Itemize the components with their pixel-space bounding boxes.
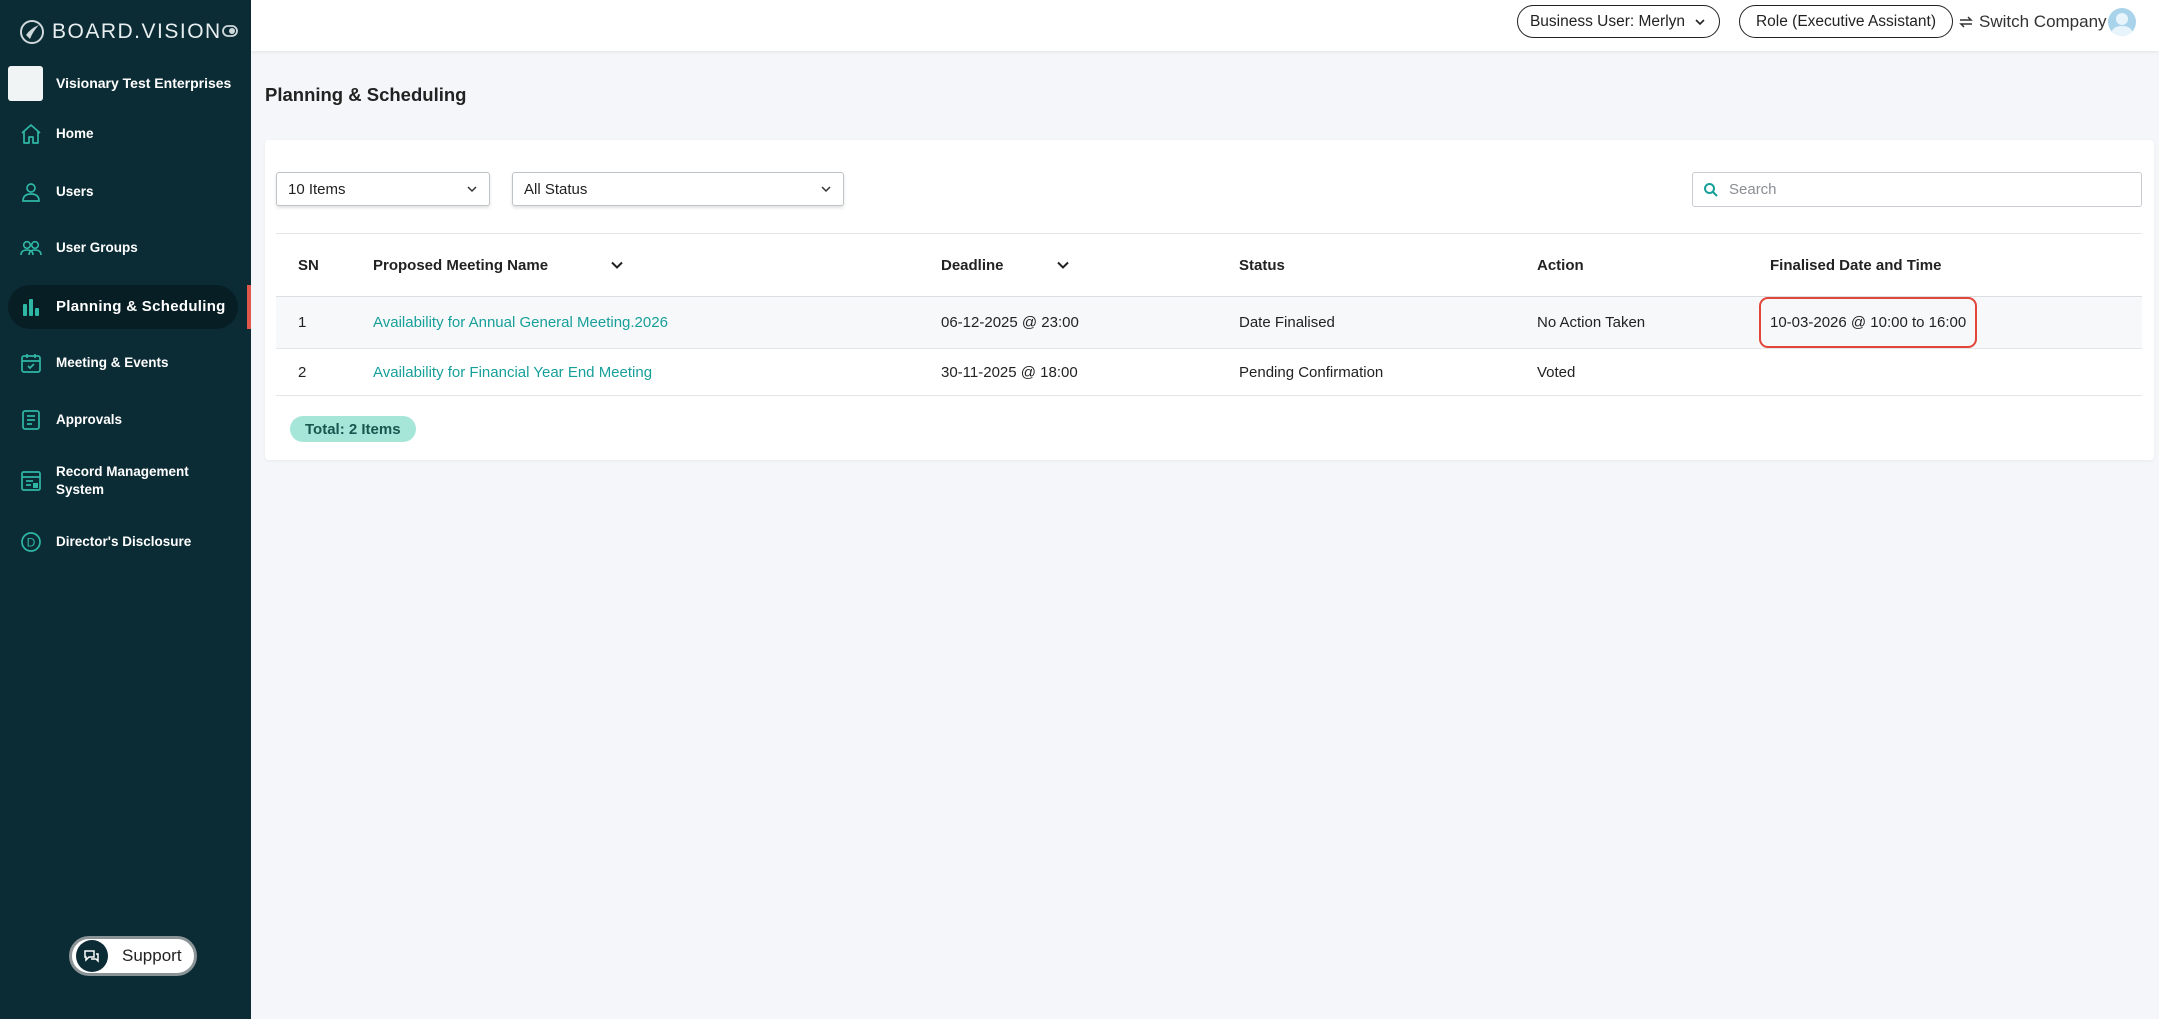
total-items-badge: Total: 2 Items — [290, 416, 416, 442]
sidebar-item-approvals[interactable]: Approvals — [8, 398, 238, 442]
switch-arrows-icon — [1959, 16, 1973, 28]
role-button[interactable]: Role (Executive Assistant) — [1739, 5, 1953, 38]
sort-chevron-icon[interactable] — [1056, 258, 1070, 272]
cell-deadline: 30-11-2025 @ 18:00 — [941, 348, 1239, 396]
meeting-link[interactable]: Availability for Financial Year End Meet… — [373, 364, 652, 381]
sidebar-item-label: Meeting & Events — [56, 355, 169, 370]
chat-support-icon — [76, 940, 108, 972]
support-button[interactable]: Support — [69, 936, 197, 976]
sidebar-item-label: Planning & Scheduling — [56, 298, 226, 315]
board-vision-logo-icon — [20, 20, 44, 44]
brand-name: BOARD.VISION — [52, 20, 222, 43]
business-user-dropdown[interactable]: Business User: Merlyn — [1517, 5, 1720, 38]
user-avatar[interactable] — [2108, 8, 2136, 36]
items-per-page-select[interactable]: 10 Items — [276, 172, 490, 206]
sidebar-item-user-groups[interactable]: User Groups — [8, 226, 238, 270]
column-header-sn: SN — [276, 233, 373, 297]
sidebar-item-users[interactable]: Users — [8, 170, 238, 214]
chevron-down-icon — [821, 186, 831, 193]
switch-company-label: Switch Company — [1979, 12, 2107, 31]
table-row: 2 Availability for Financial Year End Me… — [276, 348, 2142, 396]
search-box — [1692, 172, 2142, 207]
cell-sn: 1 — [276, 296, 373, 349]
record-icon — [18, 468, 44, 494]
sidebar-item-meeting-events[interactable]: Meeting & Events — [8, 341, 238, 385]
table-row: 1 Availability for Annual General Meetin… — [276, 296, 2142, 349]
cell-sn: 2 — [276, 348, 373, 396]
cell-meeting-name[interactable]: Availability for Financial Year End Meet… — [373, 348, 941, 396]
column-header-meeting-name[interactable]: Proposed Meeting Name — [373, 233, 941, 297]
company-logo — [8, 65, 43, 101]
user-avatar-icon — [2111, 13, 2133, 36]
document-icon — [18, 407, 44, 433]
home-icon — [18, 121, 44, 147]
chevron-down-icon — [467, 186, 477, 193]
cell-action: No Action Taken — [1537, 296, 1770, 349]
support-label: Support — [122, 946, 182, 965]
highlighted-finalised-date: 10-03-2026 @ 10:00 to 16:00 — [1759, 297, 1978, 348]
sidebar-item-label: Users — [56, 184, 94, 199]
cell-deadline: 06-12-2025 @ 23:00 — [941, 296, 1239, 349]
svg-text:D: D — [27, 536, 36, 550]
brand-logo[interactable]: BOARD.VISION — [18, 16, 222, 48]
sidebar-item-home[interactable]: Home — [8, 112, 238, 156]
search-icon — [1704, 182, 1718, 197]
sidebar-item-label: User Groups — [56, 240, 138, 255]
business-user-label: Business User: Merlyn — [1529, 12, 1686, 30]
page-title: Planning & Scheduling — [265, 84, 467, 105]
column-header-deadline[interactable]: Deadline — [941, 233, 1239, 297]
column-header-action: Action — [1537, 233, 1770, 297]
items-per-page-value: 10 Items — [288, 180, 346, 198]
role-label: Role (Executive Assistant) — [1755, 12, 1937, 30]
meetings-table: SN Proposed Meeting Name Deadline Status… — [276, 233, 2142, 396]
sidebar-item-planning-scheduling[interactable]: Planning & Scheduling — [8, 285, 238, 329]
table-header-row: SN Proposed Meeting Name Deadline Status… — [276, 233, 2142, 297]
status-filter-value: All Status — [524, 180, 588, 198]
sidebar-item-record-management[interactable]: Record Management System — [8, 458, 238, 504]
sidebar-item-label: Home — [56, 126, 94, 141]
switch-company-button[interactable]: Switch Company — [1958, 8, 2107, 36]
column-header-status: Status — [1239, 233, 1537, 297]
status-filter-select[interactable]: All Status — [512, 172, 844, 206]
cell-action: Voted — [1537, 348, 1770, 396]
sidebar-item-label: Record Management System — [56, 464, 189, 497]
cell-finalised — [1770, 348, 2142, 396]
active-indicator — [247, 285, 251, 329]
column-header-finalised: Finalised Date and Time — [1770, 233, 2142, 297]
sidebar-toggle-icon[interactable] — [222, 24, 238, 38]
meeting-link[interactable]: Availability for Annual General Meeting.… — [373, 314, 668, 331]
cell-status: Pending Confirmation — [1239, 348, 1537, 396]
disclosure-d-icon: D — [18, 529, 44, 555]
search-input[interactable] — [1727, 180, 2131, 199]
cell-status: Date Finalised — [1239, 296, 1537, 349]
company-name: Visionary Test Enterprises — [56, 75, 232, 91]
sidebar: BOARD.VISION Visionary Test Enterprises … — [0, 0, 251, 1019]
sidebar-item-label: Approvals — [56, 412, 123, 427]
user-icon — [18, 179, 44, 205]
cell-meeting-name[interactable]: Availability for Annual General Meeting.… — [373, 296, 941, 349]
company-switcher[interactable]: Visionary Test Enterprises — [8, 63, 231, 103]
calendar-icon — [18, 350, 44, 376]
sidebar-item-directors-disclosure[interactable]: D Director's Disclosure — [8, 520, 238, 564]
cell-finalised: 10-03-2026 @ 10:00 to 16:00 — [1759, 296, 2142, 349]
bar-chart-icon — [18, 294, 44, 320]
sort-chevron-icon[interactable] — [610, 258, 624, 272]
sidebar-item-label: Director's Disclosure — [56, 534, 192, 549]
user-group-icon — [18, 235, 44, 261]
chevron-down-icon — [1695, 18, 1705, 25]
